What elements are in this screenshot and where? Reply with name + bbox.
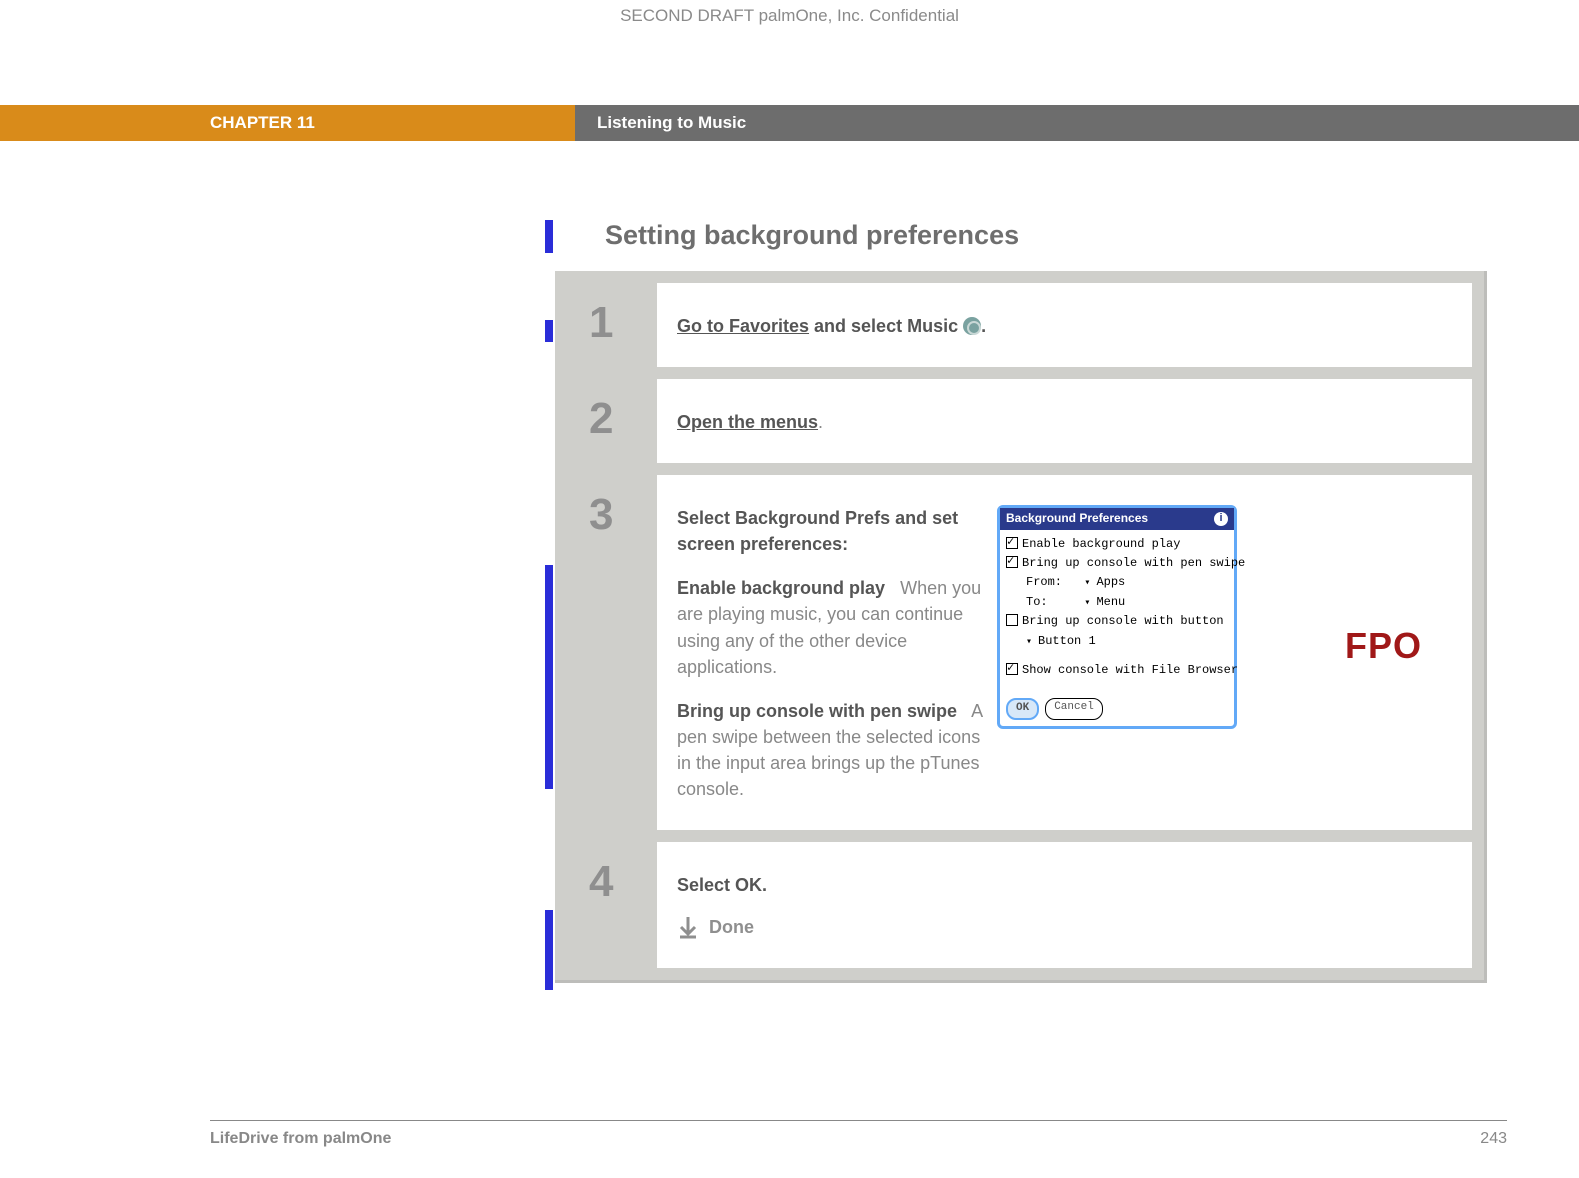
content-area: Setting background preferences 1 Go to F… <box>555 220 1487 983</box>
done-row: Done <box>677 914 767 940</box>
step-row: 3 Select Background Prefs and set screen… <box>567 475 1472 830</box>
step-text: Select OK. <box>677 872 767 898</box>
step-text: . <box>818 412 823 432</box>
step-marker <box>545 565 553 789</box>
fpo-label: FPO <box>1345 620 1422 672</box>
dialog-option: Bring up console with pen swipe <box>1022 555 1245 572</box>
step-number: 2 <box>567 379 657 444</box>
favorites-link[interactable]: Go to Favorites <box>677 316 809 336</box>
button-dropdown[interactable]: Button 1 <box>1026 633 1096 651</box>
step-number: 1 <box>567 283 657 348</box>
dialog-title: Background Preferences <box>1006 510 1148 527</box>
step-marker <box>545 320 553 342</box>
page-footer: LifeDrive from palmOne 243 <box>210 1130 1507 1148</box>
dialog-option: Enable background play <box>1022 536 1180 553</box>
step-body: Go to Favorites and select Music . <box>657 283 1472 367</box>
step-number-area: 1 <box>567 283 657 367</box>
chapter-header: CHAPTER 11 Listening to Music <box>0 105 1579 141</box>
checkbox-checked-icon[interactable] <box>1006 537 1018 549</box>
done-label: Done <box>709 914 754 940</box>
chapter-label: CHAPTER 11 <box>0 105 575 141</box>
option-title: Enable background play <box>677 578 885 598</box>
dialog-content: Enable background play Bring up console … <box>1000 530 1234 692</box>
step-row: 4 Select OK. Done <box>567 842 1472 968</box>
step-body: Select OK. Done <box>657 842 1472 968</box>
done-arrow-icon <box>677 915 699 939</box>
step-text: and select Music <box>809 316 963 336</box>
steps-container: 1 Go to Favorites and select Music . 2 O… <box>555 271 1487 983</box>
section-title: Setting background preferences <box>605 220 1487 251</box>
checkbox-unchecked-icon[interactable] <box>1006 614 1018 626</box>
ok-button[interactable]: OK <box>1006 698 1039 720</box>
confidential-header: SECOND DRAFT palmOne, Inc. Confidential <box>0 6 1579 26</box>
step-number-area: 3 <box>567 475 657 830</box>
open-menus-link[interactable]: Open the menus <box>677 412 818 432</box>
dialog-titlebar: Background Preferences i <box>1000 508 1234 529</box>
section-marker <box>545 220 553 253</box>
step-number-area: 4 <box>567 842 657 968</box>
footer-product: LifeDrive from palmOne <box>210 1130 391 1148</box>
step-body: Select Background Prefs and set screen p… <box>657 475 1472 830</box>
step-text: . <box>981 316 986 336</box>
music-icon <box>963 317 981 335</box>
dialog-option: Bring up console with button <box>1022 613 1224 630</box>
step-marker <box>545 910 553 990</box>
step-graphic: Background Preferences i Enable backgrou… <box>987 505 1452 802</box>
chapter-title: Listening to Music <box>575 105 1579 141</box>
from-dropdown[interactable]: Apps <box>1084 574 1125 592</box>
step-number-area: 2 <box>567 379 657 463</box>
footer-rule <box>210 1120 1507 1121</box>
step-number: 4 <box>567 842 657 907</box>
checkbox-checked-icon[interactable] <box>1006 556 1018 568</box>
from-label: From: <box>1026 574 1062 591</box>
step-body: Open the menus. <box>657 379 1472 463</box>
to-label: To: <box>1026 594 1048 611</box>
option-title: Bring up console with pen swipe <box>677 701 957 721</box>
cancel-button[interactable]: Cancel <box>1045 698 1103 720</box>
info-icon[interactable]: i <box>1214 512 1228 526</box>
dialog-buttons: OK Cancel <box>1000 692 1234 726</box>
checkbox-checked-icon[interactable] <box>1006 663 1018 675</box>
step-intro: Select Background Prefs and set screen p… <box>677 505 987 557</box>
dialog-option: Show console with File Browser <box>1022 662 1238 679</box>
page-number: 243 <box>1480 1130 1507 1148</box>
step-number: 3 <box>567 475 657 540</box>
step-row: 1 Go to Favorites and select Music . <box>567 283 1472 367</box>
step-row: 2 Open the menus. <box>567 379 1472 463</box>
background-preferences-dialog: Background Preferences i Enable backgrou… <box>997 505 1237 728</box>
to-dropdown[interactable]: Menu <box>1084 594 1125 612</box>
